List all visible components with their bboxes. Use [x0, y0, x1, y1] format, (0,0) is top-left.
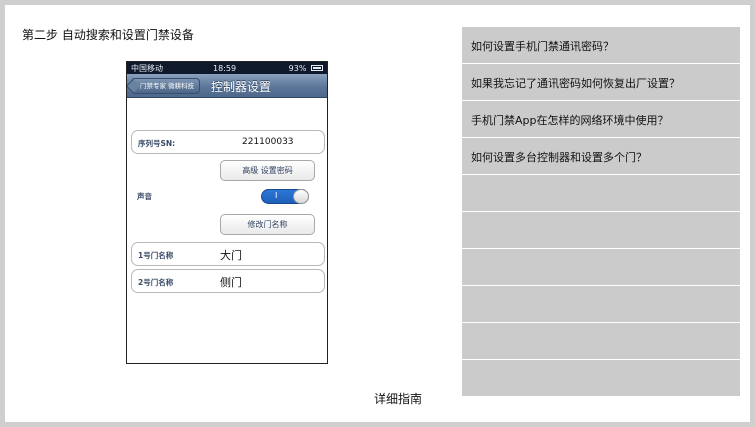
faq-item-empty — [462, 323, 740, 360]
nav-bar: 门禁专家 微耕科技 控制器设置 — [127, 74, 327, 98]
sound-row: 声音 I — [127, 185, 327, 209]
faq-item-empty — [462, 175, 740, 212]
phone-screenshot: 中国移动 18:59 93% 门禁专家 微耕科技 控制器设置 序列号SN: 22… — [126, 61, 328, 364]
battery-indicator: 93% — [289, 64, 323, 73]
faq-item[interactable]: 如何设置手机门禁通讯密码？ — [462, 27, 740, 64]
door-1-value: 大门 — [220, 249, 242, 262]
faq-item-empty — [462, 249, 740, 286]
faq-item-empty — [462, 360, 740, 397]
carrier-label: 中国移动 — [131, 63, 163, 73]
set-password-button[interactable]: 高级 设置密码 — [220, 160, 315, 181]
faq-item-empty — [462, 286, 740, 323]
nav-title: 控制器设置 — [211, 80, 272, 94]
door-1-label: 1号门名称 — [138, 251, 174, 260]
door-1-row[interactable]: 1号门名称 大门 — [131, 242, 325, 266]
battery-icon — [311, 65, 323, 71]
door-2-label: 2号门名称 — [138, 278, 174, 287]
sn-row: 序列号SN: 221100033 — [131, 130, 325, 154]
faq-item[interactable]: 如果我忘记了通讯密码如何恢复出厂设置？ — [462, 64, 740, 101]
settings-content: 序列号SN: 221100033 高级 设置密码 声音 I 修改门名称 1号门名… — [127, 98, 327, 363]
faq-list: 如何设置手机门禁通讯密码？ 如果我忘记了通讯密码如何恢复出厂设置？ 手机门禁Ap… — [462, 27, 740, 407]
back-button[interactable]: 门禁专家 微耕科技 — [131, 78, 201, 94]
faq-item-empty — [462, 212, 740, 249]
page-frame: 第二步 自动搜索和设置门禁设备 中国移动 18:59 93% 门禁专家 微耕科技… — [0, 0, 755, 427]
sound-toggle[interactable]: I — [261, 189, 309, 204]
battery-percent: 93% — [288, 63, 307, 73]
status-bar: 中国移动 18:59 93% — [127, 62, 327, 74]
sound-label: 声音 — [137, 192, 152, 201]
faq-item[interactable]: 手机门禁App在怎样的网络环境中使用？ — [462, 101, 740, 138]
door-2-value: 侧门 — [220, 276, 242, 289]
sn-label: 序列号SN: — [138, 139, 176, 148]
toggle-on-label: I — [275, 191, 278, 200]
toggle-knob — [293, 189, 309, 204]
rename-door-button[interactable]: 修改门名称 — [220, 214, 315, 235]
faq-item[interactable]: 如何设置多台控制器和设置多个门？ — [462, 138, 740, 175]
guide-link[interactable]: 详细指南 — [374, 390, 422, 407]
door-2-row[interactable]: 2号门名称 侧门 — [131, 269, 325, 293]
step-title: 第二步 自动搜索和设置门禁设备 — [22, 28, 194, 42]
clock-label: 18:59 — [213, 63, 237, 73]
sn-value: 221100033 — [242, 137, 294, 147]
